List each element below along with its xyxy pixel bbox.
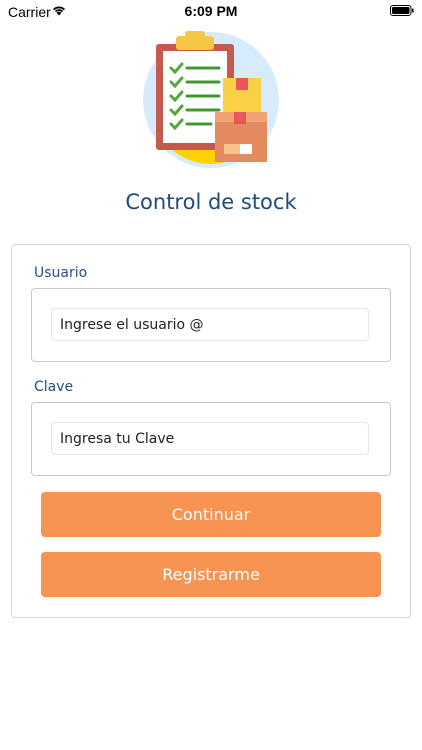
continue-button[interactable]: Continuar <box>41 492 381 537</box>
status-bar: Carrier 6:09 PM <box>0 0 422 24</box>
battery-icon <box>390 5 414 16</box>
username-label: Usuario <box>34 265 88 281</box>
clock: 6:09 PM <box>184 3 238 19</box>
password-field-container <box>31 402 391 476</box>
app-title: Control de stock <box>125 190 297 214</box>
password-input[interactable] <box>51 422 369 455</box>
login-form-card: Usuario Clave Continuar Registrarme <box>11 244 411 618</box>
username-input[interactable] <box>51 308 369 341</box>
clipboard-boxes-illustration <box>143 31 279 168</box>
register-button[interactable]: Registrarme <box>41 552 381 597</box>
username-field-container <box>31 288 391 362</box>
password-label: Clave <box>34 379 74 395</box>
